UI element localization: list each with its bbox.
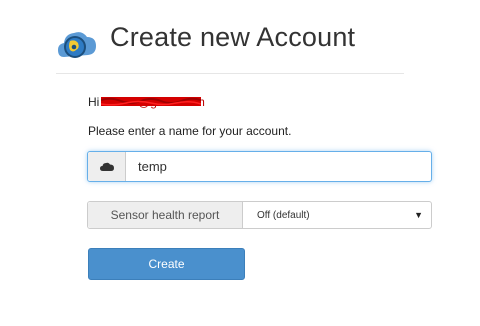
- account-name-input[interactable]: [126, 152, 431, 181]
- sensor-selected-value: Off (default): [257, 209, 310, 221]
- redacted-email: rstahki@gmail.com: [100, 95, 205, 109]
- cloud-addon: [88, 152, 126, 181]
- account-name-field: [87, 151, 432, 182]
- greeting: Hi rstahki@gmail.com: [88, 95, 205, 109]
- page-title: Create new Account: [110, 22, 356, 52]
- create-button[interactable]: Create: [88, 248, 245, 280]
- cloud-icon: [99, 162, 114, 171]
- sensor-health-report-select[interactable]: Off (default) ▼: [243, 202, 431, 228]
- dropdown-caret-icon: ▼: [414, 210, 423, 220]
- header-divider: [56, 73, 404, 74]
- redaction-scribble: [100, 97, 201, 106]
- cloud-globe-logo-icon: [58, 32, 96, 58]
- account-name-instruction: Please enter a name for your account.: [88, 124, 292, 138]
- sensor-health-report-field: Sensor health report Off (default) ▼: [87, 201, 432, 229]
- greeting-prefix: Hi: [88, 95, 100, 109]
- sensor-health-report-label: Sensor health report: [88, 202, 243, 228]
